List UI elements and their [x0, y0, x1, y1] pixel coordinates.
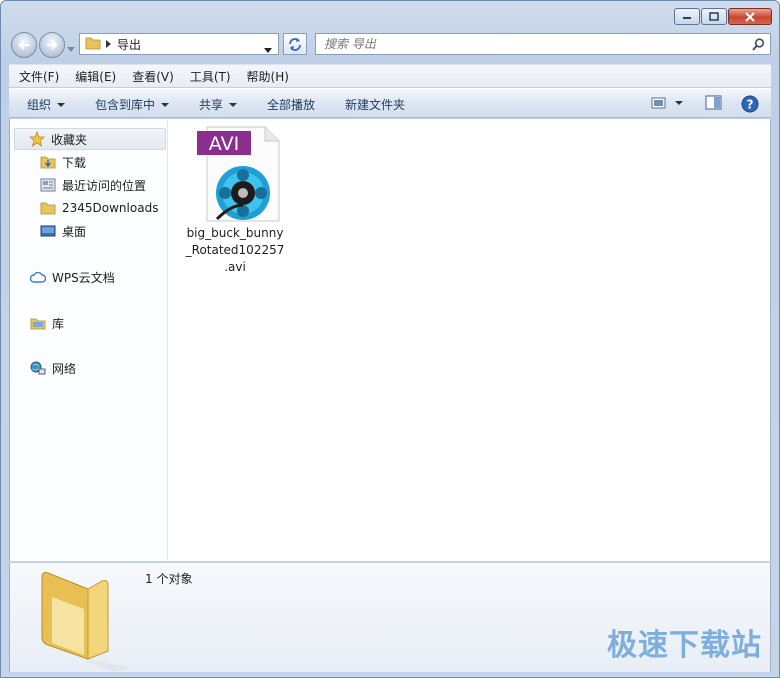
network-icon	[30, 360, 46, 376]
command-bar: 组织 包含到库中 共享 全部播放 新建文件夹 ?	[9, 88, 771, 118]
content-area: 收藏夹 下载 最近访问的位置 2345Downloads 桌面 WPS云文档 库…	[9, 119, 771, 561]
nav-downloads-label: 下载	[62, 155, 87, 170]
nav-2345downloads[interactable]: 2345Downloads	[40, 197, 158, 219]
nav-desktop-label: 桌面	[62, 224, 87, 239]
refresh-icon	[289, 38, 301, 51]
back-arrow-icon	[18, 40, 29, 50]
item-count: 1 个对象	[145, 572, 193, 586]
forward-arrow-icon	[47, 40, 58, 50]
help-icon: ?	[741, 95, 759, 113]
nav-favorites[interactable]: 收藏夹	[14, 128, 166, 150]
chevron-down-icon	[57, 102, 66, 107]
menu-help[interactable]: 帮助(H)	[247, 68, 289, 85]
chevron-down-icon	[67, 47, 75, 52]
menu-tools[interactable]: 工具(T)	[190, 68, 231, 85]
nav-wps-cloud[interactable]: WPS云文档	[30, 266, 115, 288]
address-dropdown-icon[interactable]	[264, 42, 272, 56]
nav-recent-places[interactable]: 最近访问的位置	[40, 174, 146, 196]
menu-file[interactable]: 文件(F)	[19, 68, 59, 85]
include-in-library-button[interactable]: 包含到库中	[95, 96, 170, 113]
menu-edit[interactable]: 编辑(E)	[75, 68, 116, 85]
minimize-button[interactable]	[674, 8, 700, 25]
forward-button[interactable]	[39, 32, 65, 58]
nav-downloads[interactable]: 下载	[40, 151, 86, 173]
folder-icon	[85, 36, 101, 53]
star-icon	[29, 131, 45, 147]
library-icon	[30, 315, 46, 331]
recent-pages-dropdown[interactable]	[67, 41, 75, 55]
nav-favorites-label: 收藏夹	[51, 132, 88, 147]
nav-libraries[interactable]: 库	[30, 312, 64, 334]
menu-bar: 文件(F) 编辑(E) 查看(V) 工具(T) 帮助(H)	[9, 64, 771, 87]
file-name-line2: _Rotated102257	[185, 243, 285, 257]
avi-file-icon: AVI	[187, 123, 283, 223]
play-all-label: 全部播放	[267, 98, 316, 112]
cloud-icon	[30, 270, 46, 284]
maximize-icon	[709, 12, 719, 21]
nav-wps-label: WPS云文档	[52, 270, 115, 285]
address-bar[interactable]: 导出	[79, 33, 279, 55]
back-button[interactable]	[11, 32, 37, 58]
downloads-folder-icon	[40, 154, 56, 170]
close-button[interactable]	[728, 8, 772, 25]
breadcrumb-separator-icon[interactable]	[106, 37, 111, 51]
search-icon[interactable]	[752, 38, 765, 54]
preview-pane-button[interactable]	[705, 95, 723, 114]
include-library-label: 包含到库中	[95, 98, 156, 112]
nav-network-label: 网络	[52, 361, 77, 376]
avi-badge-label: AVI	[209, 133, 239, 155]
large-folder-icon	[32, 567, 132, 675]
refresh-button[interactable]	[283, 33, 307, 55]
minimize-icon	[683, 16, 691, 19]
recent-places-icon	[40, 177, 56, 193]
share-label: 共享	[199, 98, 224, 112]
nav-2345downloads-label: 2345Downloads	[62, 201, 159, 215]
share-button[interactable]: 共享	[199, 96, 238, 113]
nav-libraries-label: 库	[52, 316, 65, 331]
caption-buttons	[674, 8, 772, 25]
chevron-down-icon	[229, 102, 238, 107]
help-button[interactable]: ?	[741, 95, 759, 116]
nav-network[interactable]: 网络	[30, 357, 76, 379]
svg-text:?: ?	[747, 98, 754, 112]
navigation-pane: 收藏夹 下载 最近访问的位置 2345Downloads 桌面 WPS云文档 库…	[10, 119, 168, 561]
nav-desktop[interactable]: 桌面	[40, 220, 86, 242]
search-box[interactable]	[315, 33, 771, 55]
view-options-icon	[651, 97, 683, 109]
file-name-line3: .avi	[224, 260, 246, 274]
play-all-button[interactable]: 全部播放	[267, 96, 315, 113]
file-item[interactable]: AVI big_buck_bunny _Rotated102257 .avi	[181, 123, 289, 276]
explorer-window: 导出 文件(F) 编辑(E) 查看(V) 工具(T) 帮助(H)	[0, 0, 780, 678]
close-icon	[745, 11, 755, 22]
file-list-pane: AVI big_buck_bunny _Rotated102257 .avi	[169, 119, 770, 561]
search-input[interactable]	[324, 37, 724, 51]
nav-recent-label: 最近访问的位置	[62, 178, 147, 193]
details-pane: 1 个对象 极速下载站	[9, 562, 771, 675]
organize-button[interactable]: 组织	[27, 96, 66, 113]
preview-pane-icon	[705, 95, 722, 110]
folder-icon	[40, 200, 56, 216]
breadcrumb-current[interactable]: 导出	[117, 36, 141, 53]
new-folder-button[interactable]: 新建文件夹	[345, 96, 405, 113]
desktop-icon	[40, 223, 56, 239]
change-view-button[interactable]	[651, 95, 685, 114]
organize-label: 组织	[27, 98, 52, 112]
menu-view[interactable]: 查看(V)	[132, 68, 174, 85]
navigation-row: 导出	[9, 31, 771, 59]
file-name: big_buck_bunny _Rotated102257 .avi	[181, 225, 289, 276]
chevron-down-icon	[161, 102, 170, 107]
file-name-line1: big_buck_bunny	[186, 226, 284, 240]
maximize-button[interactable]	[701, 8, 727, 25]
watermark-logo: 极速下载站	[607, 628, 762, 663]
new-folder-label: 新建文件夹	[345, 98, 406, 112]
